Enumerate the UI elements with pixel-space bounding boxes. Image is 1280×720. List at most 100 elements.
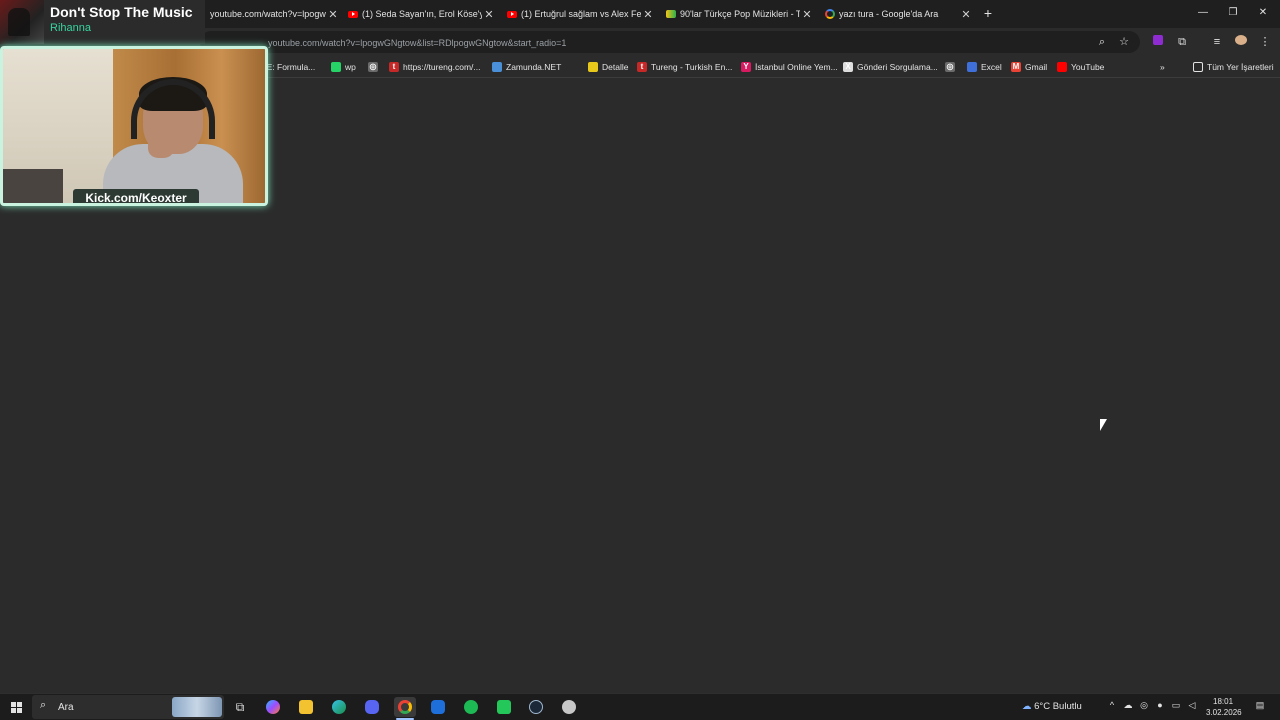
bookmark-label: Gönderi Sorgulama... bbox=[857, 62, 938, 72]
clock-time[interactable]: 18:01 bbox=[1213, 697, 1233, 706]
edge-icon[interactable] bbox=[328, 697, 350, 717]
volume-icon[interactable]: ◁ bbox=[1186, 700, 1198, 714]
tab-seda-sayan[interactable]: (1) Seda Sayan'ın, Erol Köse'yi d ✕ bbox=[348, 2, 496, 26]
youtube-icon bbox=[348, 10, 358, 18]
google-icon bbox=[825, 9, 835, 19]
bookmark-label: https://tureng.com/... bbox=[403, 62, 481, 72]
tab-youtube-active[interactable]: youtube.com/watch?v=lpogwG ✕ bbox=[206, 2, 340, 26]
excel-icon bbox=[967, 62, 977, 72]
bookmark-label: Excel bbox=[981, 62, 1002, 72]
bookmark-item[interactable]: ◎ bbox=[945, 60, 959, 74]
bookmark-item[interactable]: Detalle bbox=[588, 60, 628, 74]
chevron-up-icon[interactable]: ^ bbox=[1106, 700, 1118, 714]
bookmark-item[interactable]: X Gönderi Sorgulama... bbox=[843, 60, 938, 74]
folder-icon bbox=[1193, 62, 1203, 72]
gmail-icon: M bbox=[1011, 62, 1021, 72]
notification-icon[interactable]: ▤ bbox=[1254, 700, 1266, 714]
tray-app-icon[interactable]: ◎ bbox=[1138, 700, 1150, 714]
weather-text: 6°C Bulutlu bbox=[1034, 701, 1082, 712]
bookmark-label: Zamunda.NET bbox=[506, 62, 562, 72]
tab-yazi-tura[interactable]: yazı tura - Google'da Ara ✕ bbox=[825, 2, 973, 26]
webcam-overlay: Kick.com/Keoxter bbox=[0, 46, 268, 206]
url-text[interactable]: youtube.com/watch?v=lpogwGNgtow&list=RDl… bbox=[268, 38, 566, 48]
taskbar: ⌕ Ara ⧉ ☁ 6°C Bulutlu ^ ☁ ◎ ● ▭ ◁ 18:01 … bbox=[0, 693, 1280, 720]
new-tab-button[interactable]: + bbox=[980, 5, 996, 21]
tureng-icon: t bbox=[637, 62, 647, 72]
copilot-icon[interactable] bbox=[262, 697, 284, 717]
media-app-icon[interactable] bbox=[427, 697, 449, 717]
chrome-icon[interactable] bbox=[394, 697, 416, 717]
bookmark-label: GE: Formula... bbox=[260, 62, 316, 72]
album-art bbox=[0, 0, 44, 44]
globe-icon: ◎ bbox=[945, 62, 955, 72]
microphone-icon[interactable]: ● bbox=[1154, 700, 1166, 714]
webcam-chair bbox=[3, 169, 63, 203]
restore-button[interactable]: ❐ bbox=[1218, 4, 1248, 22]
chevron-double-right-icon: » bbox=[1160, 62, 1165, 72]
tab-title: yazı tura - Google'da Ara bbox=[839, 9, 939, 19]
zoom-search-icon[interactable]: ⌕ bbox=[1093, 33, 1111, 51]
search-highlight-image bbox=[172, 697, 222, 717]
detalle-icon bbox=[588, 62, 598, 72]
media-control-icon[interactable]: ≡ bbox=[1208, 33, 1226, 51]
youtube-icon bbox=[507, 10, 517, 18]
steam-icon[interactable] bbox=[525, 697, 547, 717]
bookmark-star-icon[interactable]: ☆ bbox=[1115, 33, 1133, 51]
close-tab-icon[interactable]: ✕ bbox=[482, 8, 496, 21]
webcam-person-hand bbox=[148, 134, 174, 158]
discord-icon[interactable] bbox=[361, 697, 383, 717]
minimize-button[interactable]: — bbox=[1188, 4, 1218, 22]
bookmark-item[interactable]: t https://tureng.com/... bbox=[389, 60, 480, 74]
tab-title: (1) Seda Sayan'ın, Erol Köse'yi d bbox=[362, 9, 482, 19]
globe-icon: ◎ bbox=[368, 62, 378, 72]
menu-kebab-icon[interactable]: ⋮ bbox=[1256, 33, 1274, 51]
tab-90lar-pop[interactable]: 90'lar Türkçe Pop Müzikleri - Tü ✕ bbox=[666, 2, 814, 26]
webcam-channel-label: Kick.com/Keoxter bbox=[73, 189, 199, 203]
bookmark-item[interactable]: Excel bbox=[967, 60, 1002, 74]
weather-widget[interactable]: ☁ 6°C Bulutlu bbox=[1022, 701, 1082, 712]
bookmark-label: Detalle bbox=[602, 62, 629, 72]
profile-avatar-icon[interactable] bbox=[1232, 33, 1250, 51]
ptt-icon: X bbox=[843, 62, 853, 72]
bookmarks-overflow-button[interactable]: » bbox=[1160, 60, 1165, 74]
task-view-icon[interactable]: ⧉ bbox=[229, 697, 251, 717]
bookmark-item[interactable]: Zamunda.NET bbox=[492, 60, 561, 74]
close-tab-icon[interactable]: ✕ bbox=[959, 8, 973, 21]
file-explorer-icon[interactable] bbox=[295, 697, 317, 717]
tab-title: 90'lar Türkçe Pop Müzikleri - Tü bbox=[680, 9, 800, 19]
close-tab-icon[interactable]: ✕ bbox=[326, 8, 340, 21]
close-window-button[interactable]: ✕ bbox=[1248, 4, 1278, 22]
screen: youtube.com/watch?v=lpogwG ✕ (1) Seda Sa… bbox=[0, 0, 1280, 720]
cloud-icon: ☁ bbox=[1022, 701, 1032, 712]
onedrive-icon[interactable]: ☁ bbox=[1122, 700, 1134, 714]
yemeksepeti-icon: Y bbox=[741, 62, 751, 72]
windows-start-icon[interactable] bbox=[5, 697, 27, 717]
app-icon[interactable] bbox=[558, 697, 580, 717]
bookmark-item[interactable]: wp bbox=[331, 60, 356, 74]
now-playing-overlay: Don't Stop The Music Rihanna bbox=[0, 0, 205, 44]
streaming-app-icon[interactable] bbox=[493, 697, 515, 717]
all-bookmarks-button[interactable]: Tüm Yer İşaretleri bbox=[1193, 60, 1274, 74]
bookmark-item[interactable]: Y İstanbul Online Yem... bbox=[741, 60, 838, 74]
bookmark-item[interactable]: t Tureng - Turkish En... bbox=[637, 60, 732, 74]
close-tab-icon[interactable]: ✕ bbox=[800, 8, 814, 21]
bookmark-item[interactable]: YouTube bbox=[1057, 60, 1104, 74]
bookmark-item[interactable]: ◎ bbox=[368, 60, 382, 74]
youtube-icon bbox=[1057, 62, 1067, 72]
bookmark-label: Tureng - Turkish En... bbox=[651, 62, 733, 72]
search-icon: ⌕ bbox=[40, 699, 47, 711]
taskbar-search-placeholder: Ara bbox=[58, 702, 74, 713]
spotify-icon[interactable] bbox=[460, 697, 482, 717]
network-icon[interactable]: ▭ bbox=[1170, 700, 1182, 714]
tab-ertugrul[interactable]: (1) Ertuğrul sağlam vs Alex Ferg ✕ bbox=[507, 2, 655, 26]
whatsapp-icon bbox=[331, 62, 341, 72]
extension-icon[interactable] bbox=[1149, 33, 1167, 51]
mouse-cursor-icon bbox=[1100, 419, 1107, 431]
close-tab-icon[interactable]: ✕ bbox=[641, 8, 655, 21]
bookmark-label: wp bbox=[345, 62, 356, 72]
clock-date[interactable]: 3.02.2026 bbox=[1206, 708, 1242, 717]
tab-title: (1) Ertuğrul sağlam vs Alex Ferg bbox=[521, 9, 641, 19]
all-bookmarks-label: Tüm Yer İşaretleri bbox=[1207, 62, 1274, 72]
extensions-puzzle-icon[interactable]: ⧉ bbox=[1173, 33, 1191, 51]
bookmark-item[interactable]: M Gmail bbox=[1011, 60, 1047, 74]
